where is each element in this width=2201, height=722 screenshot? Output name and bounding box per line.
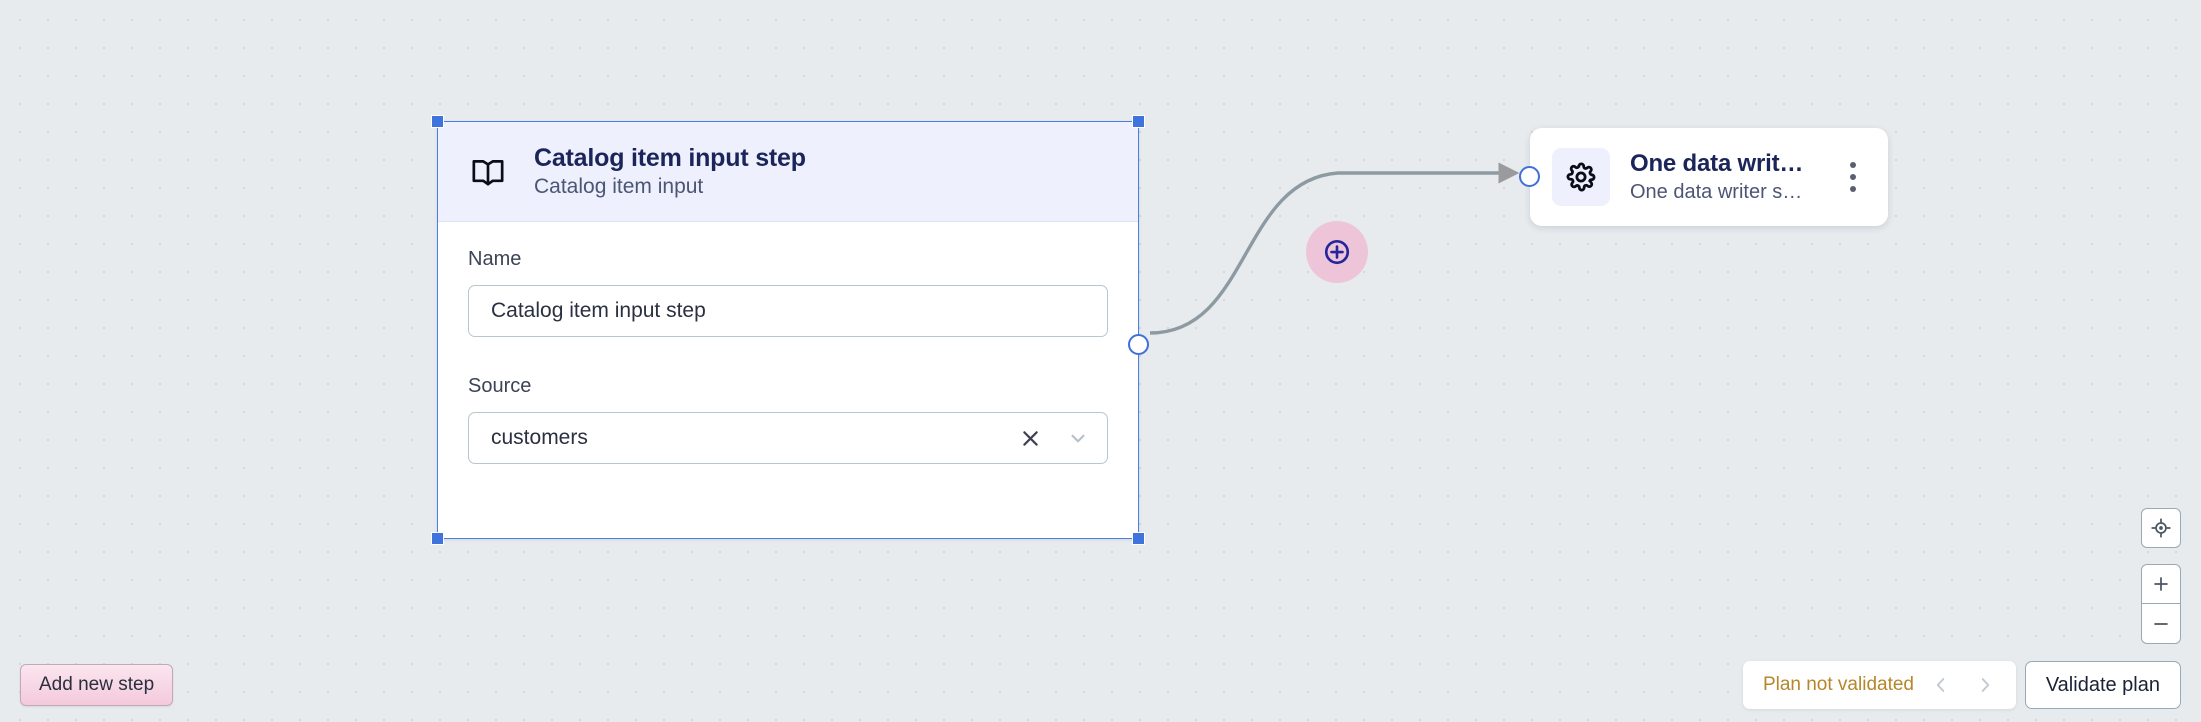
validate-plan-button[interactable]: Validate plan (2025, 661, 2181, 709)
selection-handle-bottom-left[interactable] (431, 532, 444, 545)
writer-node-title: One data writ… (1630, 150, 1818, 178)
add-new-step-label: Add new step (39, 674, 154, 696)
plus-circle-icon[interactable] (1306, 221, 1368, 283)
validate-plan-label: Validate plan (2046, 674, 2160, 697)
source-select[interactable]: customers (468, 412, 1108, 464)
name-field-label: Name (468, 248, 1108, 271)
book-icon (468, 152, 508, 192)
source-field-label: Source (468, 375, 1108, 398)
crosshair-target-icon[interactable] (2141, 508, 2181, 548)
zoom-out-button[interactable] (2141, 604, 2181, 644)
chevron-right-icon[interactable] (1968, 668, 2002, 702)
kebab-menu-icon[interactable] (1838, 157, 1868, 197)
source-select-value: customers (491, 426, 588, 450)
selection-handle-top-right[interactable] (1132, 115, 1145, 128)
validation-status-bar: Plan not validated (1743, 661, 2016, 709)
name-input[interactable]: Catalog item input step (468, 285, 1108, 337)
node-header: Catalog item input step Catalog item inp… (438, 122, 1138, 222)
selection-handle-top-left[interactable] (431, 115, 444, 128)
close-icon[interactable] (1019, 427, 1041, 449)
node-one-data-writer-step[interactable]: One data writ… One data writer s… (1530, 128, 1888, 226)
node-catalog-item-input-step[interactable]: Catalog item input step Catalog item inp… (437, 121, 1139, 539)
name-input-value: Catalog item input step (491, 299, 706, 323)
writer-node-subtitle: One data writer s… (1630, 181, 1818, 204)
status-badge: Plan not validated (1763, 674, 1914, 696)
node-input-handle[interactable] (1519, 166, 1540, 187)
zoom-in-button[interactable] (2141, 564, 2181, 604)
gear-icon (1552, 148, 1610, 206)
chevron-left-icon[interactable] (1924, 668, 1958, 702)
node-body: Name Catalog item input step Source cust… (438, 222, 1138, 464)
chevron-down-icon[interactable] (1067, 427, 1089, 449)
node-output-handle[interactable] (1128, 334, 1149, 355)
node-title: Catalog item input step (534, 144, 806, 173)
node-subtitle: Catalog item input (534, 175, 806, 199)
view-controls (2141, 508, 2181, 644)
add-new-step-button[interactable]: Add new step (20, 664, 173, 706)
flow-canvas[interactable]: Catalog item input step Catalog item inp… (0, 0, 2201, 722)
selection-handle-bottom-right[interactable] (1132, 532, 1145, 545)
